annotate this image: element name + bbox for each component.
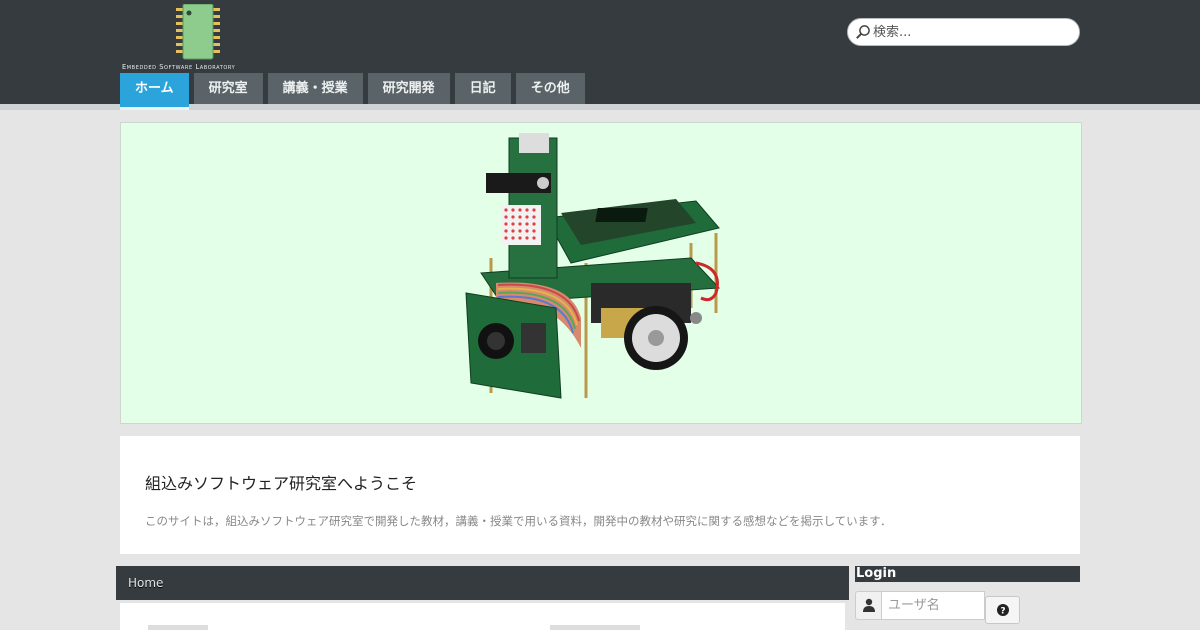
- main-nav: ホーム 研究室 講義・授業 研究開発 日記 その他: [120, 73, 590, 110]
- search-input[interactable]: [873, 22, 1073, 42]
- nav-item-home[interactable]: ホーム: [120, 73, 189, 110]
- nav-item-research[interactable]: 研究開発: [367, 73, 450, 104]
- site-logo[interactable]: Embedded Software Laboratory: [122, 2, 274, 71]
- logo-text: Embedded Software Laboratory: [122, 63, 236, 71]
- hero-banner: [120, 122, 1082, 424]
- welcome-title: 組込みソフトウェア研究室へようこそ: [145, 474, 418, 493]
- breadcrumb: Home: [116, 566, 849, 600]
- svg-text:?: ?: [1000, 607, 1005, 617]
- article-title-stub: [148, 625, 208, 630]
- breadcrumb-home[interactable]: Home: [128, 576, 163, 590]
- chip-icon: [176, 4, 220, 60]
- user-icon: [863, 598, 875, 612]
- robot-photo: [465, 133, 721, 399]
- nav-item-lectures[interactable]: 講義・授業: [267, 73, 363, 104]
- nav-item-lab[interactable]: 研究室: [193, 73, 263, 104]
- article-title-stub-2: [550, 625, 640, 630]
- main-content: [120, 603, 845, 630]
- username-addon: [855, 591, 882, 620]
- question-icon: ?: [997, 604, 1009, 616]
- search-box[interactable]: [847, 18, 1080, 46]
- welcome-section: 組込みソフトウェア研究室へようこそ このサイトは，組込みソフトウェア研究室で開発…: [120, 436, 1080, 554]
- username-input[interactable]: [881, 591, 985, 620]
- login-title: Login: [855, 566, 1080, 582]
- welcome-text: このサイトは，組込みソフトウェア研究室で開発した教材，講義・授業で用いる資料，開…: [145, 514, 892, 528]
- search-icon: [856, 25, 870, 39]
- nav-item-other[interactable]: その他: [515, 73, 585, 104]
- nav-item-diary[interactable]: 日記: [454, 73, 511, 104]
- username-help-button[interactable]: ?: [985, 596, 1020, 624]
